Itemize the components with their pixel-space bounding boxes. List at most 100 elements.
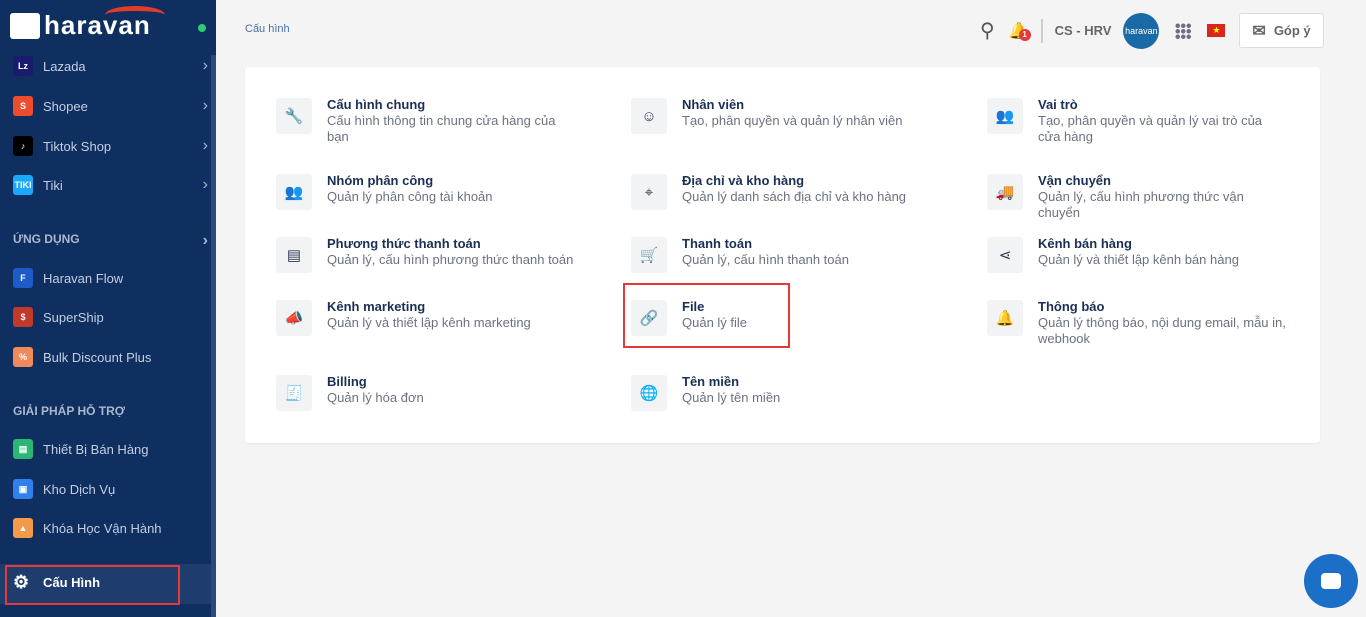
setting-icon: 👥 <box>276 174 312 210</box>
sidebar-item[interactable]: ♪ Tiktok Shop › <box>13 134 208 158</box>
topbar: ⚲ 🔔 1 CS - HRV haravan ★ ✉ Góp ý <box>980 12 1324 49</box>
chat-button[interactable] <box>1304 554 1358 608</box>
breadcrumb: Cấu hình <box>245 23 290 35</box>
chevron-right-icon: › <box>202 137 208 154</box>
chevron-right-icon: › <box>202 232 208 249</box>
settings-item[interactable]: 📣 Kênh marketing Quản lý và thiết lập kênh… <box>276 299 576 336</box>
notif-badge: 1 <box>1018 28 1031 41</box>
settings-item[interactable]: ▤ Phương thức thanh toán Quản lý, cấu hình… <box>276 236 576 273</box>
setting-title: Tên miền <box>682 374 740 389</box>
sidebar-item[interactable]: Lz Lazada › <box>13 54 208 78</box>
settings-item[interactable]: 👥 Vai trò Tạo, phân quyền và quản lý vai t… <box>987 97 1287 145</box>
settings-item[interactable]: ⋖ Kênh bán hàng Quản lý và thiết lập kênh … <box>987 236 1287 273</box>
setting-icon: 👥 <box>987 98 1023 134</box>
sidebar-item[interactable]: % Bulk Discount Plus <box>13 345 208 369</box>
haravan-logo[interactable]: haravan <box>10 6 165 41</box>
setting-title: Nhóm phân công <box>327 173 434 188</box>
setting-desc: Quản lý thông báo, nội dung email, mẫu i… <box>1038 315 1286 346</box>
setting-title: Kênh bán hàng <box>1038 236 1132 251</box>
divider <box>1040 18 1043 43</box>
search-icon[interactable]: ⚲ <box>980 18 995 43</box>
highlight-box <box>623 283 790 348</box>
setting-icon: ☺ <box>631 98 667 134</box>
settings-card: 🔧 Cấu hình chung Cấu hình thông tin chung … <box>245 67 1320 443</box>
setting-title: Vai trò <box>1038 97 1078 112</box>
chevron-right-icon: › <box>202 57 208 74</box>
setting-title: Thông báo <box>1038 299 1105 314</box>
sidebar-item[interactable]: F Haravan Flow <box>13 266 208 290</box>
setting-icon: 🚚 <box>987 174 1023 210</box>
app-icon: Lz <box>13 56 33 76</box>
settings-item[interactable]: 🔔 Thông báo Quản lý thông báo, nội dung em… <box>987 299 1287 347</box>
setting-title: Địa chỉ và kho hàng <box>682 173 805 188</box>
account-name[interactable]: CS - HRV <box>1055 23 1112 38</box>
chevron-right-icon: › <box>202 176 208 193</box>
setting-desc: Quản lý, cấu hình phương thức thanh toán <box>327 252 574 267</box>
dragon-decoration <box>105 6 165 24</box>
sidebar-item[interactable]: $ SuperShip <box>13 305 208 329</box>
setting-icon: ⋖ <box>987 237 1023 273</box>
chevron-right-icon: › <box>202 97 208 114</box>
settings-item[interactable]: 🔧 Cấu hình chung Cấu hình thông tin chung … <box>276 97 576 145</box>
setting-title: Thanh toán <box>682 236 753 251</box>
setting-desc: Tạo, phân quyền và quản lý vai trò của c… <box>1038 113 1263 144</box>
apps-section-header[interactable]: ỨNG DỤNG › <box>13 232 208 250</box>
chat-icon <box>1321 573 1341 589</box>
setting-icon: 🌐 <box>631 375 667 411</box>
app-icon: ▣ <box>13 479 33 499</box>
sidebar-item[interactable]: ▣ Kho Dịch Vụ <box>13 477 208 501</box>
settings-item[interactable]: 🧾 Billing Quản lý hóa đơn <box>276 374 576 411</box>
setting-icon: 🔧 <box>276 98 312 134</box>
sidebar: haravan Lz Lazada › S Shopee › ♪ Tiktok Shop › TI… <box>0 0 216 617</box>
feedback-button[interactable]: ✉ Góp ý <box>1239 13 1324 48</box>
apps-grid-icon[interactable] <box>1175 22 1192 39</box>
support-section-header: GIẢI PHÁP HỖ TRỢ <box>13 404 126 418</box>
setting-desc: Quản lý hóa đơn <box>327 390 424 405</box>
sidebar-item[interactable]: TIKI Tiki › <box>13 173 208 197</box>
avatar[interactable]: haravan <box>1123 12 1160 49</box>
settings-item[interactable]: ⌖ Địa chỉ và kho hàng Quản lý danh sách đị… <box>631 173 931 210</box>
sidebar-item[interactable]: ▲ Khóa Học Vận Hành <box>13 516 208 540</box>
setting-desc: Quản lý, cấu hình thanh toán <box>682 252 849 267</box>
setting-title: Cấu hình chung <box>327 97 426 112</box>
setting-icon: 🧾 <box>276 375 312 411</box>
app-icon: F <box>13 268 33 288</box>
app-icon: $ <box>13 307 33 327</box>
settings-item[interactable]: 🚚 Vận chuyển Quản lý, cấu hình phương thức… <box>987 173 1287 221</box>
setting-title: Billing <box>327 374 367 389</box>
setting-title: Kênh marketing <box>327 299 426 314</box>
settings-item[interactable]: 👥 Nhóm phân công Quản lý phân công tài kho… <box>276 173 576 210</box>
vietnam-flag-icon[interactable]: ★ <box>1207 24 1226 37</box>
settings-item[interactable]: ☺ Nhân viên Tạo, phân quyền và quản lý nhâ… <box>631 97 931 134</box>
setting-icon: ▤ <box>276 237 312 273</box>
sidebar-scrollbar[interactable] <box>211 55 216 617</box>
app-icon: ♪ <box>13 136 33 156</box>
setting-desc: Quản lý phân công tài khoản <box>327 189 493 204</box>
setting-icon: 🛒 <box>631 237 667 273</box>
bell-icon[interactable]: 🔔 1 <box>1009 21 1031 41</box>
settings-item[interactable]: 🌐 Tên miền Quản lý tên miền <box>631 374 931 411</box>
setting-desc: Quản lý, cấu hình phương thức vận chuyển <box>1038 189 1244 220</box>
online-status-dot <box>198 24 206 32</box>
setting-desc: Tạo, phân quyền và quản lý nhân viên <box>682 113 903 128</box>
sidebar-item[interactable]: ▤ Thiết Bị Bán Hàng <box>13 437 208 461</box>
bag-icon <box>10 12 40 39</box>
settings-item[interactable]: 🛒 Thanh toán Quản lý, cấu hình thanh toán <box>631 236 931 273</box>
setting-desc: Quản lý danh sách địa chỉ và kho hàng <box>682 189 907 204</box>
setting-title: Vận chuyển <box>1038 173 1111 188</box>
setting-desc: Quản lý và thiết lập kênh bán hàng <box>1038 252 1239 267</box>
app-icon: ▤ <box>13 439 33 459</box>
highlight-box <box>5 565 180 605</box>
setting-icon: ⌖ <box>631 174 667 210</box>
app-icon: TIKI <box>13 175 33 195</box>
mail-icon: ✉ <box>1252 22 1266 40</box>
setting-title: Nhân viên <box>682 97 745 112</box>
app-icon: ▲ <box>13 518 33 538</box>
setting-icon: 📣 <box>276 300 312 336</box>
sidebar-item[interactable]: S Shopee › <box>13 94 208 118</box>
setting-icon: 🔔 <box>987 300 1023 336</box>
setting-desc: Quản lý tên miền <box>682 390 781 405</box>
app-icon: % <box>13 347 33 367</box>
setting-title: Phương thức thanh toán <box>327 236 481 251</box>
app-icon: S <box>13 96 33 116</box>
